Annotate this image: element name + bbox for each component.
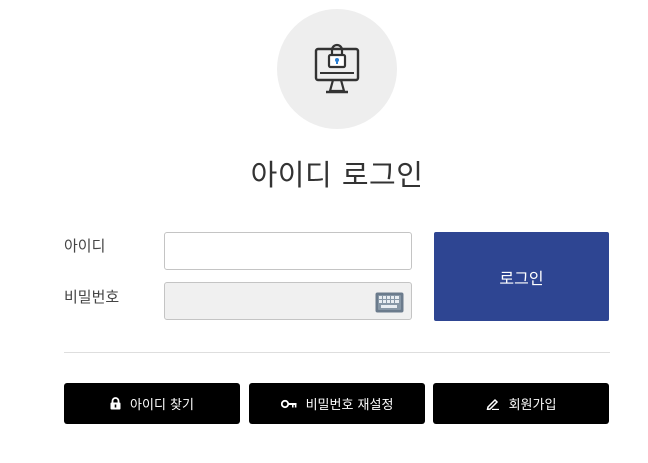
find-id-label: 아이디 찾기 [130,398,194,413]
lock-icon [110,397,121,410]
page-title: 아이디 로그인 [250,158,424,192]
find-id-button[interactable]: 아이디 찾기 [64,383,240,424]
password-label: 비밀번호 [64,288,120,306]
divider [64,352,610,353]
login-button[interactable]: 로그인 [434,232,609,321]
signup-button[interactable]: 회원가입 [433,383,609,424]
keyboard-icon[interactable] [375,292,404,313]
signup-label: 회원가입 [508,398,557,413]
id-label: 아이디 [64,237,106,255]
pen-icon [486,397,500,410]
key-icon [280,399,297,409]
reset-password-button[interactable]: 비밀번호 재설정 [249,383,425,424]
reset-password-label: 비밀번호 재설정 [305,398,394,413]
hero-badge [277,9,397,129]
secure-computer-icon [314,43,360,94]
id-input[interactable] [164,232,412,270]
